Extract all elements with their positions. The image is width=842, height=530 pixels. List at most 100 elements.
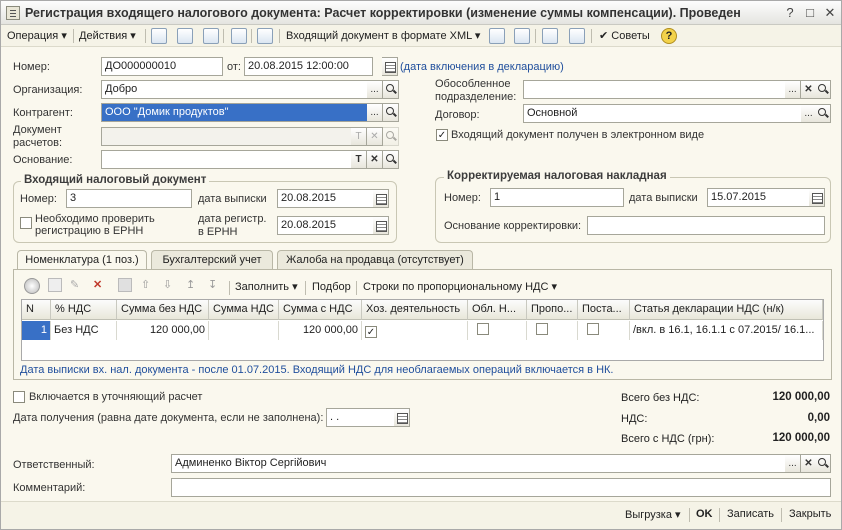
organization-field[interactable]: Добро [101, 80, 368, 99]
clear-icon[interactable]: ✕ [367, 150, 383, 169]
search-icon[interactable] [383, 150, 399, 169]
tab-accounting[interactable]: Бухгалтерский учет [151, 250, 273, 269]
basis-field[interactable] [101, 150, 352, 169]
end-edit-icon[interactable] [118, 278, 132, 292]
supplier-checkbox[interactable] [587, 323, 599, 335]
column-header[interactable]: Сумма без НДС [117, 300, 209, 320]
move-up-icon[interactable]: ⇧ [141, 276, 150, 294]
number-field[interactable]: ДО000000010 [101, 57, 223, 76]
close-button[interactable]: Закрыть [789, 508, 831, 520]
column-header[interactable]: Статья декларации НДС (н/к) [630, 300, 823, 320]
structure-icon[interactable] [177, 28, 193, 44]
corrected-number-field[interactable]: 1 [490, 188, 624, 207]
taxable-checkbox[interactable] [477, 323, 489, 335]
incoming-number-field[interactable]: 3 [66, 189, 192, 208]
table-cell[interactable]: 1 [22, 321, 51, 340]
incoming-xml-menu[interactable]: Входящий документ в формате XML ▾ [286, 27, 480, 45]
tips-button[interactable]: ✔ Советы [599, 27, 650, 45]
ok-button[interactable]: OK [696, 508, 713, 520]
calendar-icon[interactable] [373, 189, 389, 208]
column-header[interactable]: Поста... [578, 300, 630, 320]
responsible-field[interactable]: Админенко Віктор Сергійович [171, 454, 786, 473]
text-type-icon[interactable]: T [351, 150, 367, 169]
select-button[interactable]: ... [785, 454, 801, 473]
tab-nomenclature[interactable]: Номенклатура (1 поз.) [17, 250, 147, 270]
select-button[interactable]: ... [367, 103, 383, 122]
help-window-icon[interactable]: ? [781, 4, 799, 21]
table-cell[interactable]: ✓ [362, 321, 468, 340]
report-icon[interactable] [514, 28, 530, 44]
settlement-doc-field[interactable] [101, 127, 352, 146]
table-cell[interactable] [209, 321, 279, 340]
copy-icon[interactable] [203, 28, 219, 44]
check-erpn-checkbox[interactable] [20, 217, 32, 229]
sort-desc-icon[interactable]: ↧ [208, 276, 217, 294]
export-menu[interactable]: Выгрузка ▾ [625, 508, 681, 521]
save-button[interactable]: Записать [727, 508, 774, 520]
column-header[interactable]: Хоз. деятельность [362, 300, 468, 320]
column-header[interactable]: Обл. Н... [468, 300, 527, 320]
correction-basis-field[interactable] [587, 216, 825, 235]
selection-button[interactable]: Подбор [312, 278, 351, 296]
division-field[interactable] [523, 80, 786, 99]
copy-row-icon[interactable] [48, 278, 62, 292]
print-icon[interactable] [231, 28, 247, 44]
reg-date-field[interactable]: 20.08.2015 [277, 216, 374, 235]
close-window-icon[interactable]: ✕ [821, 4, 839, 21]
select-button[interactable]: ... [367, 80, 383, 99]
fill-menu[interactable]: Заполнить ▾ [235, 278, 298, 296]
column-header[interactable]: % НДС [51, 300, 117, 320]
contract-field[interactable]: Основной [523, 104, 802, 123]
refining-checkbox[interactable] [13, 391, 25, 403]
table-cell[interactable] [578, 321, 630, 340]
column-header[interactable]: Сумма с НДС [279, 300, 362, 320]
calendar-icon[interactable] [373, 216, 389, 235]
counterparty-field[interactable]: ООО "Домик продуктов" [101, 103, 368, 122]
declaration-date-link[interactable]: (дата включения в декларацию) [400, 61, 564, 73]
comment-field[interactable] [171, 478, 831, 497]
hierarchy-icon[interactable] [542, 28, 558, 44]
table-cell[interactable]: /вкл. в 16.1, 16.1.1 с 07.2015/ 16.1... [630, 321, 823, 340]
table-cell[interactable]: 120 000,00 [117, 321, 209, 340]
maximize-icon[interactable]: □ [801, 4, 819, 21]
economic-activity-checkbox[interactable]: ✓ [365, 326, 377, 338]
add-row-icon[interactable] [24, 278, 40, 294]
calendar-icon[interactable] [382, 57, 398, 76]
corrected-issue-date-field[interactable]: 15.07.2015 [707, 188, 810, 207]
search-icon[interactable] [383, 127, 399, 146]
actions-menu[interactable]: Действия ▾ [79, 27, 136, 45]
search-icon[interactable] [815, 80, 831, 99]
search-icon[interactable] [383, 80, 399, 99]
table-cell[interactable] [527, 321, 578, 340]
search-icon[interactable] [815, 454, 831, 473]
help-icon[interactable]: ? [661, 28, 677, 44]
based-on-icon[interactable] [257, 28, 273, 44]
proportional-checkbox[interactable] [536, 323, 548, 335]
table-cell[interactable]: Без НДС [51, 321, 117, 340]
debit-credit-icon[interactable] [489, 28, 505, 44]
calendar-icon[interactable] [809, 188, 825, 207]
select-button[interactable]: ... [785, 80, 801, 99]
table-cell[interactable] [468, 321, 527, 340]
table-cell[interactable]: 120 000,00 [279, 321, 362, 340]
column-header[interactable]: Сумма НДС [209, 300, 279, 320]
search-icon[interactable] [815, 104, 831, 123]
sort-asc-icon[interactable]: ↥ [186, 276, 195, 294]
proportional-menu[interactable]: Строки по пропорциональному НДС ▾ [363, 278, 557, 296]
date-field[interactable]: 20.08.2015 12:00:00 [244, 57, 373, 76]
receipt-date-field[interactable]: . . [326, 408, 395, 427]
search-icon[interactable] [383, 103, 399, 122]
calendar-icon[interactable] [394, 408, 410, 427]
clear-icon[interactable]: ✕ [367, 127, 383, 146]
electronic-checkbox[interactable]: ✓ [436, 129, 448, 141]
move-down-icon[interactable]: ⇩ [163, 276, 172, 294]
incoming-issue-date-field[interactable]: 20.08.2015 [277, 189, 374, 208]
column-header[interactable]: Пропо... [527, 300, 578, 320]
delete-row-icon[interactable]: ✕ [93, 276, 102, 294]
operation-menu[interactable]: Операция ▾ [7, 27, 67, 45]
edit-row-icon[interactable]: ✎ [70, 276, 79, 294]
list-icon[interactable] [569, 28, 585, 44]
text-type-icon[interactable]: T [351, 127, 367, 146]
tab-complaint[interactable]: Жалоба на продавца (отсутствует) [277, 250, 473, 269]
column-header[interactable]: N [22, 300, 51, 320]
